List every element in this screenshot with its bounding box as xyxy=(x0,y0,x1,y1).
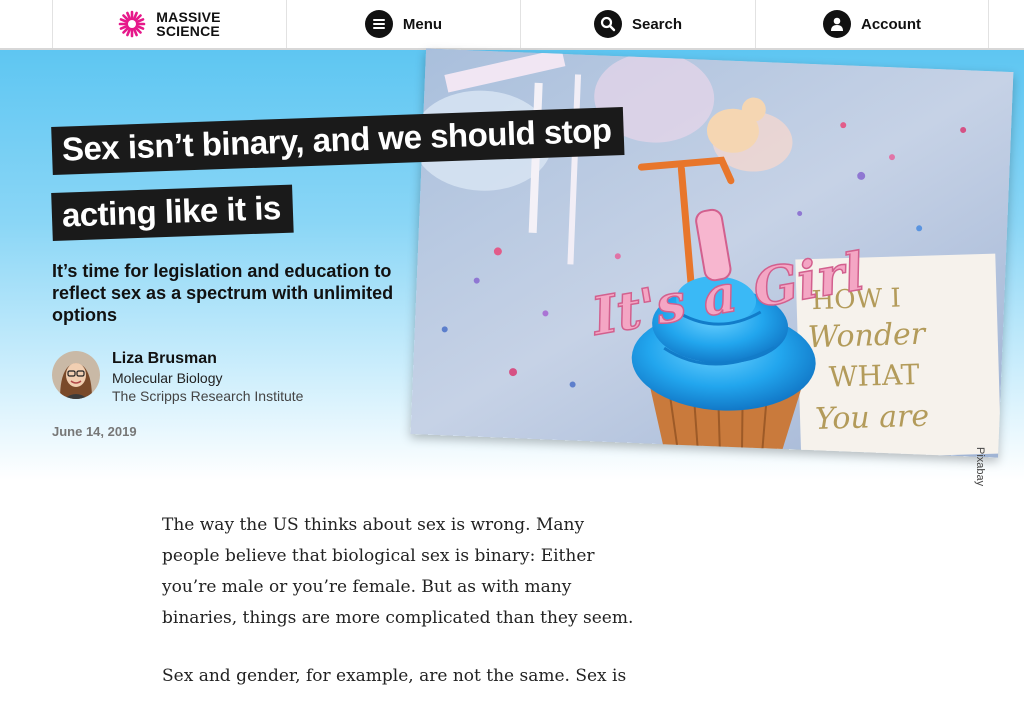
card-text-3: WHAT xyxy=(828,358,920,394)
header-divider xyxy=(988,0,989,48)
search-label: Search xyxy=(631,15,683,33)
author-institution: The Scripps Research Institute xyxy=(112,388,304,404)
menu-button[interactable]: Menu xyxy=(287,0,520,48)
cupcake-photo: HOW I Wonder WHAT You are It's a Girl xyxy=(410,48,1014,458)
article-subtitle: It’s time for legislation and education … xyxy=(52,261,394,325)
body-paragraph: Sex and gender, for example, are not the… xyxy=(162,666,627,686)
image-credit: Pixabay xyxy=(974,447,986,487)
body-paragraph: The way the US thinks about sex is wrong… xyxy=(162,515,634,628)
menu-label: Menu xyxy=(402,15,443,33)
publish-date: June 14, 2019 xyxy=(52,424,137,439)
author-department: Molecular Biology xyxy=(112,370,223,386)
article-body: The way the US thinks about sex is wrong… xyxy=(162,510,642,719)
menu-icon xyxy=(364,10,393,38)
logo-line-2: SCIENCE xyxy=(156,23,220,39)
logo-line-1: MASSIVE xyxy=(156,9,221,25)
search-icon xyxy=(593,10,622,38)
author-photo xyxy=(52,351,100,399)
massive-science-logo-icon xyxy=(118,10,146,38)
site-logo-link[interactable]: MASSIVE SCIENCE xyxy=(53,0,286,48)
account-label: Account xyxy=(861,15,921,33)
site-header: MASSIVE SCIENCE Menu Search Account xyxy=(0,0,1024,50)
account-button[interactable]: Account xyxy=(756,0,988,48)
account-icon xyxy=(823,10,851,38)
hero-image: HOW I Wonder WHAT You are It's a Girl xyxy=(410,48,1014,458)
card-text-2: Wonder xyxy=(807,317,927,356)
author-name[interactable]: Liza Brusman xyxy=(112,350,217,368)
search-button[interactable]: Search xyxy=(521,0,755,48)
author-avatar[interactable] xyxy=(52,351,100,399)
logo-wordmark: MASSIVE SCIENCE xyxy=(156,10,220,38)
card-text-4: You are xyxy=(815,399,930,437)
article-title-line-2: acting like it is xyxy=(51,184,294,241)
